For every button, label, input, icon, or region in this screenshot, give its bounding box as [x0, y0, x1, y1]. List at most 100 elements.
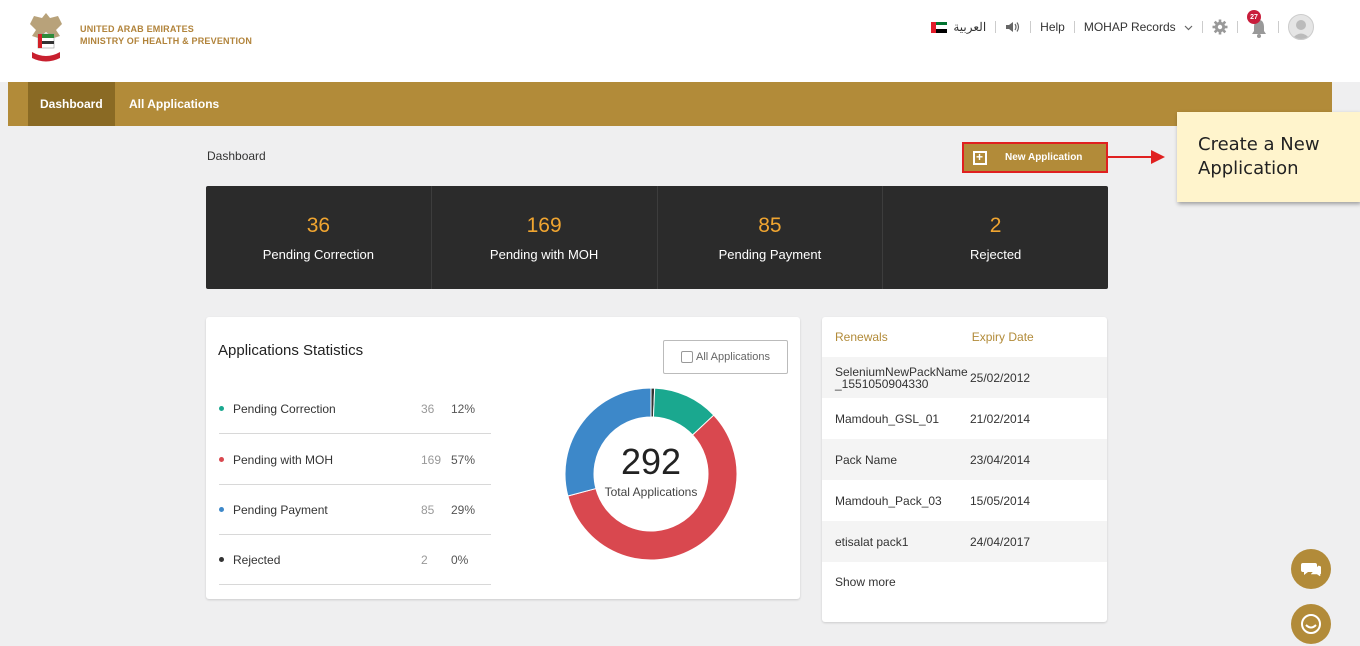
summary-label: Pending Payment	[718, 247, 822, 262]
renewal-row[interactable]: etisalat pack1 24/04/2017	[822, 521, 1107, 562]
divider	[1278, 21, 1279, 33]
summary-bar: 36 Pending Correction 169 Pending with M…	[206, 186, 1108, 289]
all-applications-label: All Applications	[696, 351, 770, 363]
renewal-expiry-date: 24/04/2017	[970, 534, 1031, 549]
divider	[1030, 21, 1032, 33]
legend-count: 36	[421, 401, 435, 416]
user-icon	[1292, 20, 1310, 39]
renewal-row[interactable]: Mamdouh_Pack_03 15/05/2014	[822, 480, 1107, 521]
legend-name: Pending Correction	[233, 401, 336, 416]
summary-label: Pending Correction	[262, 247, 375, 262]
renewals-card: Renewals Expiry Date SeleniumNewPackName…	[822, 317, 1107, 622]
summary-value: 169	[526, 214, 562, 237]
summary-label: Rejected	[969, 247, 1022, 262]
speaker-icon[interactable]	[1005, 21, 1021, 33]
renewal-row[interactable]: Pack Name 23/04/2014	[822, 439, 1107, 480]
legend-name: Pending with MOH	[233, 452, 334, 467]
all-applications-button[interactable]: All Applications	[663, 340, 788, 374]
legend-dot	[219, 406, 224, 411]
renewal-row[interactable]: Mamdouh_GSL_01 21/02/2014	[822, 398, 1107, 439]
top-bar: UNITED ARAB EMIRATES MINISTRY OF HEALTH …	[0, 0, 1360, 82]
legend-dot	[219, 557, 224, 562]
card-title: Applications Statistics	[218, 342, 364, 359]
annotation-callout: Create a New Application	[1177, 112, 1360, 202]
summary-value: 36	[306, 214, 331, 237]
legend-count: 169	[421, 452, 442, 467]
legend-row: Pending Payment 85 29%	[219, 485, 491, 535]
total-applications-label: Total Applications	[604, 485, 698, 499]
summary-pending-with-moh[interactable]: 169 Pending with MOH	[432, 186, 658, 289]
renewal-expiry-date: 25/02/2012	[970, 370, 1031, 385]
notifications-button[interactable]: 27	[1247, 10, 1269, 38]
chat-button[interactable]	[1291, 549, 1331, 589]
renewal-expiry-date: 21/02/2014	[970, 411, 1031, 426]
renewals-column-header: Renewals	[835, 330, 888, 344]
legend-count: 2	[421, 552, 428, 567]
nav-tab-all-applications[interactable]: All Applications	[117, 82, 231, 126]
new-application-icon	[973, 150, 987, 165]
organization-name: UNITED ARAB EMIRATES MINISTRY OF HEALTH …	[80, 23, 252, 47]
renewal-name: Mamdouh_Pack_03	[835, 493, 942, 508]
legend-dot	[219, 507, 224, 512]
summary-value: 2	[989, 214, 1002, 237]
renewal-name: Pack Name	[835, 452, 898, 467]
legend-count: 85	[421, 502, 435, 517]
summary-label: Pending with MOH	[489, 247, 599, 262]
expiry-date-column-header: Expiry Date	[971, 330, 1034, 344]
help-link[interactable]: Help	[1040, 20, 1065, 34]
summary-rejected[interactable]: 2 Rejected	[883, 186, 1108, 289]
callout-line-2: Application	[1198, 158, 1299, 179]
emblem-logo	[30, 13, 62, 62]
breadcrumb: Dashboard	[207, 149, 266, 163]
applications-statistics-card: Applications Statistics All Applications…	[206, 317, 800, 599]
renewals-header: Renewals Expiry Date	[822, 317, 1107, 357]
account-menu-label: MOHAP Records	[1083, 20, 1176, 34]
chat-icon	[1301, 563, 1321, 577]
divider	[995, 21, 997, 33]
callout-arrow-head	[1151, 150, 1165, 164]
nav-tab-dashboard[interactable]: Dashboard	[28, 82, 115, 126]
renewal-expiry-date: 23/04/2014	[970, 452, 1031, 467]
divider	[1237, 21, 1238, 33]
summary-value: 85	[758, 214, 782, 237]
language-label: العربية	[953, 20, 987, 34]
renewal-name: Mamdouh_GSL_01	[835, 411, 940, 426]
notification-badge: 27	[1247, 10, 1261, 24]
callout-arrow-line	[1108, 156, 1156, 158]
legend-name: Pending Payment	[233, 502, 328, 517]
summary-pending-payment[interactable]: 85 Pending Payment	[658, 186, 884, 289]
legend-dot	[219, 457, 224, 462]
legend-name: Rejected	[233, 552, 281, 567]
show-more-link[interactable]: Show more	[822, 562, 1107, 603]
divider	[1073, 21, 1075, 33]
language-switch[interactable]: العربية	[931, 20, 986, 34]
legend-row: Pending with MOH 169 57%	[219, 435, 491, 485]
top-utility-bar: العربية Help MOHAP Records 27	[931, 10, 1314, 42]
legend-percent: 29%	[451, 502, 476, 517]
renewal-expiry-date: 15/05/2014	[970, 493, 1031, 508]
account-menu[interactable]: MOHAP Records	[1084, 20, 1193, 34]
uae-flag-icon	[931, 21, 948, 33]
new-application-label: New Application	[1005, 152, 1083, 163]
divider	[1202, 21, 1203, 33]
legend-row: Pending Correction 36 12%	[219, 384, 491, 434]
legend-row: Rejected 2 0%	[219, 535, 491, 585]
gear-icon[interactable]	[1212, 19, 1228, 35]
total-applications-value: 292	[620, 441, 682, 482]
renewal-name: etisalat pack1	[835, 534, 909, 549]
legend-percent: 0%	[451, 552, 469, 567]
summary-pending-correction[interactable]: 36 Pending Correction	[206, 186, 432, 289]
renewal-name: SeleniumNewPackName _1551050904330	[835, 364, 968, 391]
org-name-line-1: UNITED ARAB EMIRATES	[80, 24, 194, 34]
main-nav: Dashboard All Applications	[8, 82, 1332, 126]
legend-percent: 57%	[451, 452, 476, 467]
chevron-down-icon	[1184, 25, 1193, 31]
support-icon	[1301, 614, 1321, 634]
legend-percent: 12%	[451, 401, 476, 416]
renewal-row[interactable]: SeleniumNewPackName _1551050904330 25/02…	[822, 357, 1107, 398]
donut-center: 292 Total Applications	[564, 441, 738, 500]
support-button[interactable]	[1291, 604, 1331, 644]
avatar[interactable]	[1288, 14, 1314, 40]
org-name-line-2: MINISTRY OF HEALTH & PREVENTION	[80, 36, 253, 46]
new-application-button[interactable]: New Application	[962, 142, 1108, 173]
